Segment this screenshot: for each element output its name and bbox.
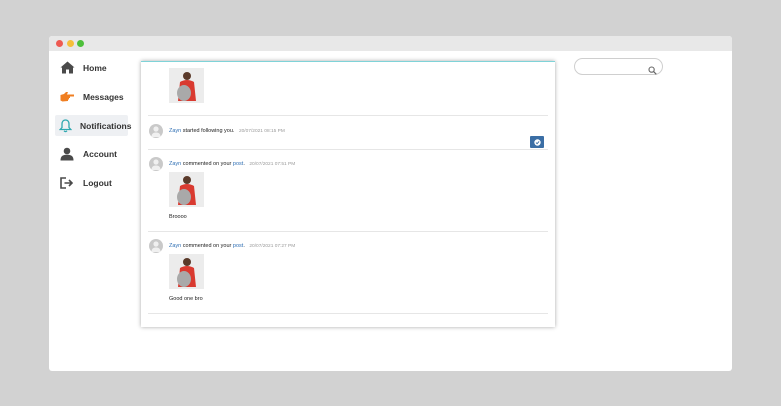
avatar[interactable] [149,124,163,138]
user-icon [59,146,75,162]
notification-post-link[interactable]: post [233,243,243,249]
maximize-window-dot[interactable] [77,40,84,47]
sidebar-item-label: Account [83,148,117,159]
post-thumbnail[interactable] [169,172,204,207]
search-box [574,58,663,75]
notification-text: Zayn started following you. 20/07/2021 0… [169,128,285,134]
notification-text: Zayn commented on your post. 20/07/2021 … [169,161,295,167]
browser-window: Home Messages Notifications Account Logo… [49,36,732,371]
notification-user-link[interactable]: Zayn [169,243,181,249]
notification-divider [148,149,548,150]
sidebar-item-label: Notifications [80,120,132,131]
mark-read-button[interactable] [530,136,544,148]
notifications-panel: Zayn started following you. 20/07/2021 0… [141,61,555,327]
notification-action: started following you. [182,128,235,134]
notification-timestamp: 20/07/2021 07:27 PM [249,244,296,249]
notification-comment: Broooo [169,214,187,220]
home-icon [59,60,75,76]
window-titlebar [49,36,732,51]
sidebar-item-messages[interactable]: Messages [55,86,128,107]
notification-text: Zayn commented on your post. 20/07/2021 … [169,243,295,249]
notification-comment: Good one bro [169,296,203,302]
sidebar-item-notifications[interactable]: Notifications [55,115,132,136]
search-input[interactable] [581,61,647,72]
notification-timestamp: 20/07/2021 07:51 PM [249,162,296,167]
notification-timestamp: 20/07/2021 08:15 PM [238,129,285,134]
notification-punctuation: . [243,243,245,249]
bell-icon [59,118,72,134]
notification-action: commented on your [182,161,232,167]
sidebar-item-logout[interactable]: Logout [55,172,128,193]
sidebar-item-label: Home [83,62,107,73]
sidebar-item-label: Logout [83,177,112,188]
notification-punctuation: . [243,161,245,167]
notification-divider [148,313,548,314]
avatar[interactable] [149,157,163,171]
pointing-hand-icon [59,89,75,105]
notification-user-link[interactable]: Zayn [169,161,181,167]
search-icon[interactable] [648,62,657,80]
minimize-window-dot[interactable] [67,40,74,47]
close-window-dot[interactable] [56,40,63,47]
notification-divider [148,231,548,232]
post-thumbnail[interactable] [169,254,204,289]
post-thumbnail[interactable] [169,68,204,103]
sidebar-item-label: Messages [83,91,124,102]
logout-icon [59,175,75,191]
notification-action: commented on your [182,243,232,249]
avatar[interactable] [149,239,163,253]
sidebar-item-account[interactable]: Account [55,143,128,164]
notification-post-link[interactable]: post [233,161,243,167]
sidebar-item-home[interactable]: Home [55,57,128,78]
notification-user-link[interactable]: Zayn [169,128,181,134]
notification-divider [148,115,548,116]
